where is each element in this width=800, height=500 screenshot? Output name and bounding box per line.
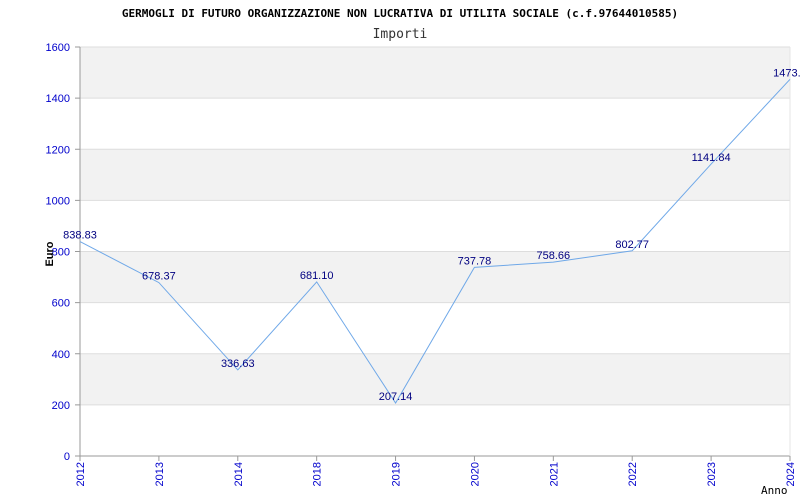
y-axis-label: Euro (44, 241, 56, 266)
y-tick-label: 1400 (46, 93, 70, 105)
data-label: 207.14 (379, 391, 413, 403)
background-band (80, 47, 790, 99)
data-label: 758.66 (537, 250, 571, 262)
y-tick-label: 1000 (46, 195, 70, 207)
chart-title: GERMOGLI DI FUTURO ORGANIZZAZIONE NON LU… (122, 7, 678, 20)
x-tick-label: 2020 (469, 462, 481, 486)
x-tick-label: 2018 (312, 462, 324, 486)
x-tick-label: 2012 (75, 462, 87, 486)
data-label: 678.37 (142, 271, 176, 283)
x-tick-labels: 2012 2013 2014 2018 2019 2020 2021 2022 2023 2024 (75, 462, 797, 486)
line-chart: 02004006008001000120014001600 2012 2013 20… (44, 7, 800, 497)
background-band (80, 251, 790, 303)
y-tick-label: 0 (64, 451, 70, 463)
x-tick-label: 2024 (785, 462, 797, 486)
x-axis-label: Anno (761, 484, 788, 497)
y-tick-label: 1200 (46, 144, 70, 156)
background-band (80, 353, 790, 405)
data-labels: 838.83 678.37 336.63 681.10 207.14 737.78 758.… (63, 67, 800, 403)
y-tick-label: 1600 (46, 42, 70, 54)
x-tick-label: 2019 (391, 462, 403, 486)
y-tick-label: 200 (52, 400, 70, 412)
data-label: 336.63 (221, 358, 255, 370)
data-label: 838.83 (63, 230, 97, 242)
data-label: 681.10 (300, 270, 334, 282)
x-tick-label: 2021 (548, 462, 560, 486)
chart-subtitle: Importi (373, 27, 428, 42)
background-bands (80, 47, 790, 405)
x-tick-label: 2023 (706, 462, 718, 486)
data-label: 802.77 (615, 239, 649, 251)
data-label: 737.78 (458, 255, 492, 267)
background-band (80, 149, 790, 201)
y-tick-label: 600 (52, 298, 70, 310)
x-tick-label: 2014 (233, 462, 245, 486)
data-label: 1141.84 (692, 152, 731, 164)
x-tick-label: 2022 (627, 462, 639, 486)
y-tick-label: 400 (52, 349, 70, 361)
data-label: 1473.8 (773, 67, 800, 79)
x-tick-label: 2013 (154, 462, 166, 486)
